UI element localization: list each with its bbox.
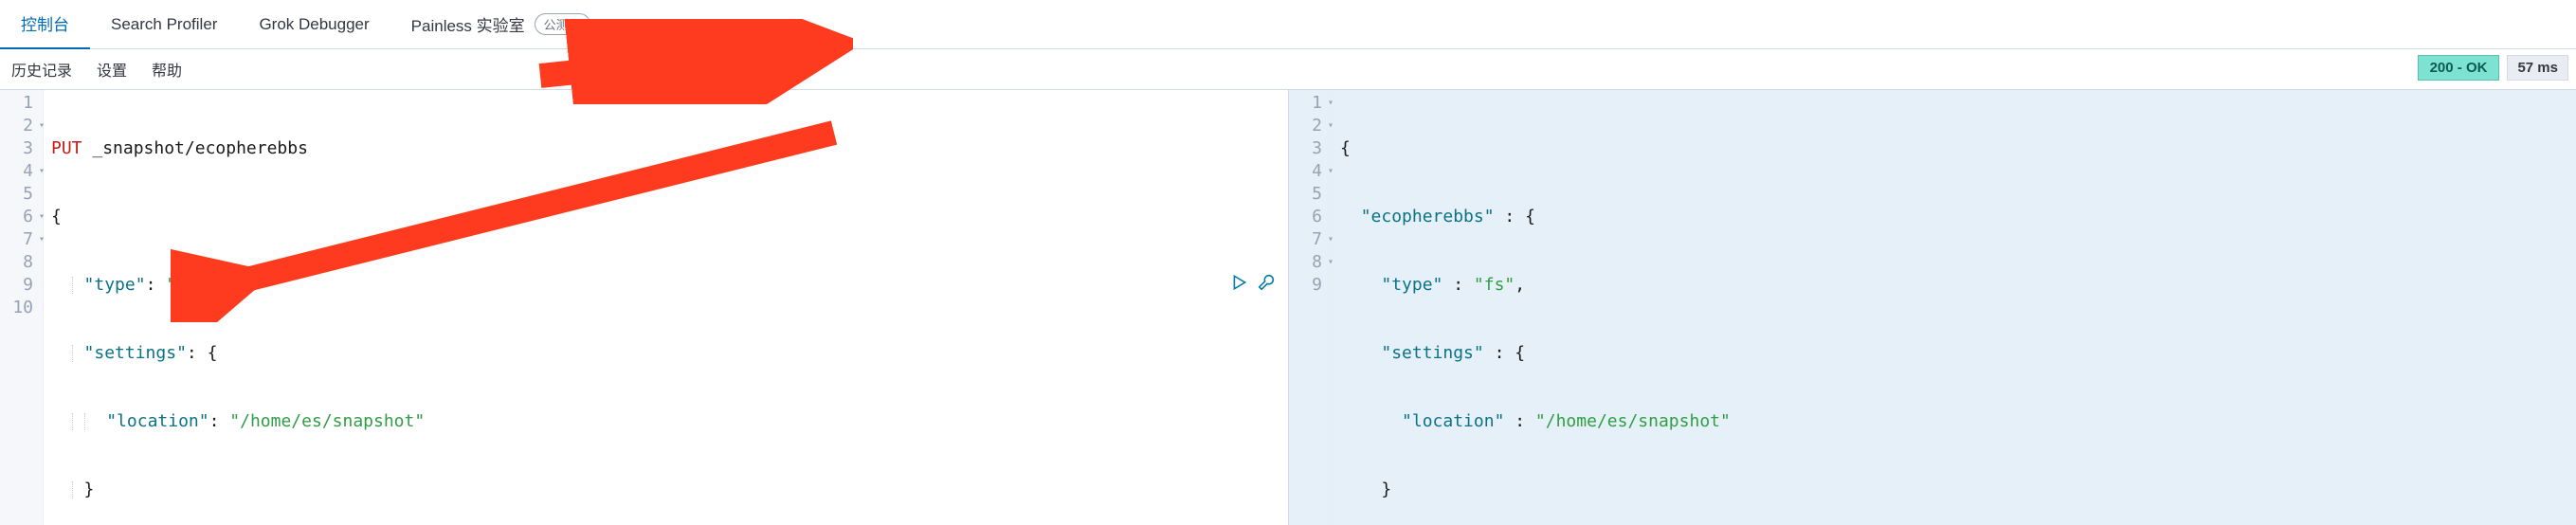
json-key: "location"	[1402, 411, 1504, 431]
json-key: "type"	[84, 275, 146, 295]
status-time-badge: 57 ms	[2507, 55, 2568, 81]
json-key: "location"	[106, 411, 209, 431]
tab-label: Painless 实验室	[411, 12, 525, 36]
request-code[interactable]: PUT _snapshot/ecopherebbs { "type": "fs"…	[44, 90, 1288, 525]
status-area: 200 - OK 57 ms	[2418, 55, 2568, 81]
request-path: _snapshot/ecopherebbs	[92, 138, 308, 158]
tabs-bar: 控制台 Search Profiler Grok Debugger Painle…	[0, 0, 2576, 49]
help-link[interactable]: 帮助	[142, 54, 191, 84]
json-key: "settings"	[84, 343, 187, 363]
response-editor: 1 2 3 4 5 6 7 8 9 { "ecopherebbs" : { "t…	[1288, 89, 2576, 525]
json-key: "settings"	[1381, 343, 1483, 363]
tab-console[interactable]: 控制台	[0, 0, 90, 49]
http-method: PUT	[51, 138, 82, 158]
tab-painless-lab[interactable]: Painless 实验室 公测版	[390, 0, 611, 49]
request-gutter: 1 2 3 4 5 6 7 8 9 10	[0, 90, 44, 525]
status-ok-badge: 200 - OK	[2418, 55, 2500, 81]
request-actions	[1231, 274, 1275, 291]
brace: }	[84, 480, 95, 499]
toolbar: 历史记录 设置 帮助 200 - OK 57 ms	[0, 49, 2576, 89]
history-link[interactable]: 历史记录	[2, 54, 82, 84]
tab-search-profiler[interactable]: Search Profiler	[90, 0, 238, 49]
json-value: "/home/es/snapshot"	[1535, 411, 1731, 431]
response-gutter: 1 2 3 4 5 6 7 8 9	[1289, 90, 1333, 525]
request-editor[interactable]: 1 2 3 4 5 6 7 8 9 10 PUT _snapshot/ecoph…	[0, 89, 1288, 525]
editors-container: 1 2 3 4 5 6 7 8 9 10 PUT _snapshot/ecoph…	[0, 89, 2576, 525]
json-key: "type"	[1381, 275, 1442, 295]
json-key: "ecopherebbs"	[1361, 207, 1495, 226]
beta-badge: 公测版	[535, 13, 590, 35]
tab-grok-debugger[interactable]: Grok Debugger	[238, 0, 390, 49]
json-value: "fs"	[1474, 275, 1515, 295]
json-value: "/home/es/snapshot"	[229, 411, 425, 431]
brace: }	[1381, 480, 1391, 499]
brace: {	[1340, 138, 1351, 158]
brace: {	[51, 207, 62, 226]
json-value: "fs"	[166, 275, 207, 295]
response-code: { "ecopherebbs" : { "type" : "fs", "sett…	[1333, 90, 2576, 525]
settings-link[interactable]: 设置	[87, 54, 136, 84]
wrench-icon[interactable]	[1258, 274, 1275, 291]
play-icon[interactable]	[1231, 274, 1248, 291]
